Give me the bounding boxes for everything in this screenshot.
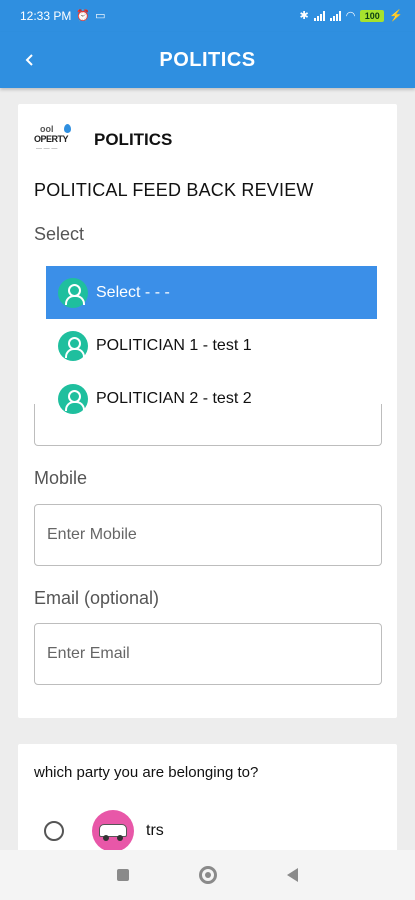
email-label: Email (optional) xyxy=(34,588,160,608)
party-logo-car-icon xyxy=(92,810,134,852)
signal-icon-2 xyxy=(329,11,341,21)
signal-icon xyxy=(313,11,325,21)
person-icon xyxy=(58,330,88,361)
mobile-input[interactable] xyxy=(34,504,382,566)
screen-icon: ▭ xyxy=(95,9,106,22)
party-radio[interactable] xyxy=(44,821,64,841)
app-title: POLITICS xyxy=(159,48,256,71)
org-logo: ool OPERTY — — — xyxy=(34,122,78,158)
org-header: ool OPERTY — — — POLITICS xyxy=(34,122,172,158)
person-icon xyxy=(58,277,88,308)
email-input[interactable] xyxy=(34,623,382,685)
back-button[interactable] xyxy=(14,44,46,76)
politician-dropdown-list: Select - - - POLITICIAN 1 - test 1 POLIT… xyxy=(46,266,377,425)
bluetooth-icon: ✱ xyxy=(299,9,309,22)
option-label: Select - - - xyxy=(96,283,170,301)
org-name: POLITICS xyxy=(94,130,173,149)
mobile-label: Mobile xyxy=(34,468,88,488)
party-question: which party you are belonging to? xyxy=(34,764,259,781)
home-circle-icon xyxy=(198,866,217,884)
option-label: POLITICIAN 1 - test 1 xyxy=(96,336,252,354)
recents-button[interactable] xyxy=(103,855,143,895)
dropdown-option-select[interactable]: Select - - - xyxy=(46,266,377,319)
party-name: trs xyxy=(146,822,164,839)
status-bar: 12:33 PM ⏰ ▭ ✱ ◠ 100 ⚡ xyxy=(0,0,415,32)
app-bar: POLITICS xyxy=(0,32,415,88)
alarm-icon: ⏰ xyxy=(76,9,91,22)
system-back-button[interactable] xyxy=(273,855,313,895)
back-triangle-icon xyxy=(287,868,298,882)
select-label: Select xyxy=(34,224,85,244)
wifi-icon: ◠ xyxy=(345,9,356,22)
option-label: POLITICIAN 2 - test 2 xyxy=(96,389,252,407)
system-nav-bar xyxy=(0,850,415,900)
party-card: which party you are belonging to? trs xyxy=(18,744,397,864)
dropdown-option-politician-1[interactable]: POLITICIAN 1 - test 1 xyxy=(46,319,377,372)
feedback-card: ool OPERTY — — — POLITICS POLITICAL FEED… xyxy=(18,104,397,718)
home-button[interactable] xyxy=(188,855,228,895)
party-option-trs[interactable]: trs xyxy=(44,810,164,852)
arrow-left-icon xyxy=(25,54,33,66)
charging-icon: ⚡ xyxy=(389,9,403,22)
battery-icon: 100 xyxy=(360,10,385,22)
recents-square-icon xyxy=(116,869,129,881)
dropdown-option-politician-2[interactable]: POLITICIAN 2 - test 2 xyxy=(46,372,377,425)
person-icon xyxy=(58,383,88,414)
status-time: 12:33 PM xyxy=(20,9,72,23)
form-title: POLITICAL FEED BACK REVIEW xyxy=(34,180,314,200)
